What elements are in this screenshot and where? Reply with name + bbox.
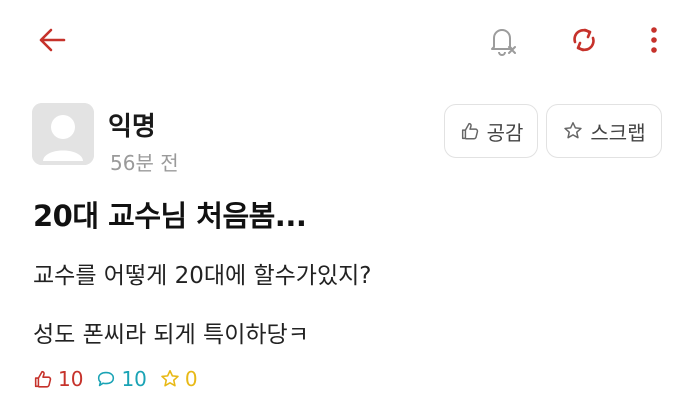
default-avatar-icon <box>32 103 94 165</box>
scrap-button-label: 스크랩 <box>590 120 646 145</box>
post-stats: 10 10 0 <box>32 364 210 394</box>
refresh-icon[interactable] <box>564 20 604 60</box>
bell-off-icon[interactable] <box>482 20 522 60</box>
author-name: 익명 <box>108 112 156 142</box>
post-title: 20대 교수님 처음봄... <box>33 199 307 233</box>
thumbs-up-icon <box>461 122 478 140</box>
star-icon <box>564 122 583 139</box>
scrap-button[interactable]: 스크랩 <box>546 104 662 158</box>
avatar <box>32 103 94 165</box>
thumbs-up-icon <box>34 370 52 388</box>
like-count: 10 <box>32 367 83 391</box>
post-body-line: 성도 폰씨라 되게 특이하당ㅋ <box>33 322 309 348</box>
arrow-left-icon[interactable] <box>34 22 70 58</box>
post-time: 56분 전 <box>110 151 179 175</box>
comment-count-value: 10 <box>121 367 147 391</box>
scrap-count-value: 0 <box>184 367 198 391</box>
comment-count: 10 <box>95 367 147 391</box>
like-count-value: 10 <box>58 367 84 391</box>
post-body-line: 교수를 어떻게 20대에 할수가있지? <box>33 263 372 289</box>
like-button[interactable]: 공감 <box>444 104 538 158</box>
star-icon <box>161 369 179 387</box>
top-bar <box>0 0 700 80</box>
more-vertical-icon[interactable] <box>640 22 668 58</box>
like-button-label: 공감 <box>486 120 524 145</box>
scrap-count: 0 <box>159 367 198 391</box>
comment-icon <box>98 371 115 387</box>
